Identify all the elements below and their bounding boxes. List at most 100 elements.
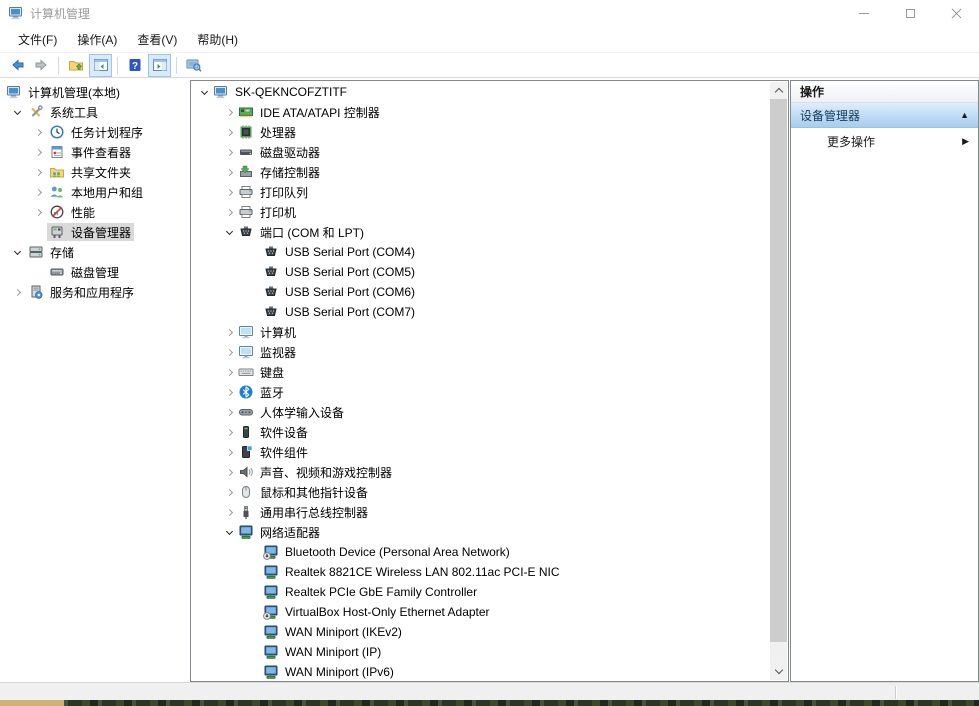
close-button[interactable] (933, 0, 979, 26)
console-tree-item[interactable]: 事件查看器 (0, 142, 190, 162)
tree-item-label: WAN Miniport (IKEv2) (284, 625, 403, 639)
expand-arrow-icon[interactable] (223, 110, 236, 115)
menu-file[interactable]: 文件(F) (8, 27, 67, 52)
collapse-arrow-icon[interactable] (198, 91, 211, 94)
maximize-button[interactable] (887, 0, 933, 26)
device-tree-item[interactable]: 鼠标和其他指针设备 (192, 482, 770, 502)
tree-item-label: 任务计划程序 (70, 124, 144, 141)
app-icon (8, 5, 24, 21)
actions-section-device-manager[interactable]: 设备管理器 ▲ (791, 103, 978, 128)
scrollbar-down-button[interactable] (770, 663, 787, 680)
console-tree-item[interactable]: 磁盘管理 (0, 262, 190, 282)
expand-arrow-icon[interactable] (30, 210, 47, 215)
device-tree-item[interactable]: 打印队列 (192, 182, 770, 202)
device-tree-item[interactable]: 处理器 (192, 122, 770, 142)
device-tree-item[interactable]: 监视器 (192, 342, 770, 362)
keyboard-icon (238, 364, 254, 380)
expand-arrow-icon[interactable] (223, 350, 236, 355)
expand-arrow-icon[interactable] (30, 130, 47, 135)
console-tree-item[interactable]: 计算机管理(本地) (0, 82, 190, 102)
device-tree-item[interactable]: Bluetooth Device (Personal Area Network) (192, 542, 770, 562)
menu-action[interactable]: 操作(A) (67, 27, 127, 52)
device-tree-item[interactable]: 软件组件 (192, 442, 770, 462)
scan-hardware-changes-button[interactable] (182, 54, 205, 77)
expand-arrow-icon[interactable] (223, 470, 236, 475)
more-actions-item[interactable]: 更多操作 ▶ (791, 128, 978, 154)
device-tree-item[interactable]: 计算机 (192, 322, 770, 342)
expand-arrow-icon[interactable] (223, 130, 236, 135)
device-tree-item[interactable]: 声音、视频和游戏控制器 (192, 462, 770, 482)
device-tree-item[interactable]: SK-QEKNCOFZTITF (192, 82, 770, 102)
expand-arrow-icon[interactable] (223, 330, 236, 335)
device-tree-item[interactable]: 蓝牙 (192, 382, 770, 402)
device-tree-item[interactable]: USB Serial Port (COM6) (192, 282, 770, 302)
console-tree-item[interactable]: 任务计划程序 (0, 122, 190, 142)
expand-arrow-icon[interactable] (223, 210, 236, 215)
console-tree-item[interactable]: 共享文件夹 (0, 162, 190, 182)
menu-help[interactable]: 帮助(H) (187, 27, 248, 52)
device-tree-item[interactable]: USB Serial Port (COM4) (192, 242, 770, 262)
toggle-action-pane-button[interactable] (148, 54, 171, 77)
expand-arrow-icon[interactable] (223, 430, 236, 435)
toggle-console-tree-button[interactable] (89, 54, 112, 77)
expand-arrow-icon[interactable] (30, 150, 47, 155)
expand-arrow-icon[interactable] (223, 170, 236, 175)
expand-arrow-icon[interactable] (223, 370, 236, 375)
monitor-icon (238, 344, 254, 360)
expand-arrow-icon[interactable] (223, 390, 236, 395)
console-tree-item[interactable]: 本地用户和组 (0, 182, 190, 202)
device-tree-item[interactable]: VirtualBox Host-Only Ethernet Adapter (192, 602, 770, 622)
menu-view[interactable]: 查看(V) (127, 27, 187, 52)
expand-arrow-icon[interactable] (223, 190, 236, 195)
serial-port-icon (263, 304, 279, 320)
console-tree-item[interactable]: 设备管理器 (0, 222, 190, 242)
device-tree-item[interactable]: 软件设备 (192, 422, 770, 442)
back-button[interactable] (5, 54, 28, 77)
tree-item-core: WAN Miniport (IP) (261, 643, 384, 661)
expand-arrow-icon[interactable] (30, 190, 47, 195)
tree-item-label: 计算机 (259, 324, 297, 341)
scrollbar-thumb[interactable] (770, 99, 787, 642)
expand-arrow-icon[interactable] (223, 450, 236, 455)
console-tree-item[interactable]: 存储 (0, 242, 190, 262)
scrollbar-up-button[interactable] (770, 82, 787, 99)
device-tree-item[interactable]: WAN Miniport (IKEv2) (192, 622, 770, 642)
tree-item-label: USB Serial Port (COM4) (284, 245, 416, 259)
device-tree-item[interactable]: USB Serial Port (COM7) (192, 302, 770, 322)
collapse-arrow-icon[interactable] (9, 251, 26, 254)
device-tree-item[interactable]: 键盘 (192, 362, 770, 382)
expand-arrow-icon[interactable] (223, 150, 236, 155)
collapse-section-icon[interactable]: ▲ (960, 110, 969, 120)
device-tree-item[interactable]: 磁盘驱动器 (192, 142, 770, 162)
console-tree-item[interactable]: 服务和应用程序 (0, 282, 190, 302)
device-tree-item[interactable]: 通用串行总线控制器 (192, 502, 770, 522)
performance-icon (49, 204, 65, 220)
device-tree-item[interactable]: WAN Miniport (IPv6) (192, 662, 770, 680)
device-tree-item[interactable]: 端口 (COM 和 LPT) (192, 222, 770, 242)
console-tree-item[interactable]: 性能 (0, 202, 190, 222)
bluetooth-icon (238, 384, 254, 400)
collapse-arrow-icon[interactable] (223, 231, 236, 234)
up-one-level-button[interactable] (64, 54, 87, 77)
console-tree-item[interactable]: 系统工具 (0, 102, 190, 122)
device-tree-item[interactable]: 打印机 (192, 202, 770, 222)
device-tree-item[interactable]: 存储控制器 (192, 162, 770, 182)
minimize-button[interactable] (841, 0, 887, 26)
device-tree-item[interactable]: USB Serial Port (COM5) (192, 262, 770, 282)
device-tree-item[interactable]: Realtek PCIe GbE Family Controller (192, 582, 770, 602)
device-tree-item[interactable]: Realtek 8821CE Wireless LAN 802.11ac PCI… (192, 562, 770, 582)
help-button[interactable]: ? (123, 54, 146, 77)
device-tree-item[interactable]: 网络适配器 (192, 522, 770, 542)
expand-arrow-icon[interactable] (9, 290, 26, 295)
expand-arrow-icon[interactable] (223, 490, 236, 495)
collapse-arrow-icon[interactable] (223, 531, 236, 534)
expand-arrow-icon[interactable] (223, 410, 236, 415)
forward-button[interactable] (30, 54, 53, 77)
expand-arrow-icon[interactable] (30, 170, 47, 175)
device-tree-item[interactable]: IDE ATA/ATAPI 控制器 (192, 102, 770, 122)
expand-arrow-icon[interactable] (223, 510, 236, 515)
device-tree-item[interactable]: WAN Miniport (IP) (192, 642, 770, 662)
device-tree-item[interactable]: 人体学输入设备 (192, 402, 770, 422)
collapse-arrow-icon[interactable] (9, 111, 26, 114)
vertical-scrollbar[interactable] (770, 82, 787, 680)
